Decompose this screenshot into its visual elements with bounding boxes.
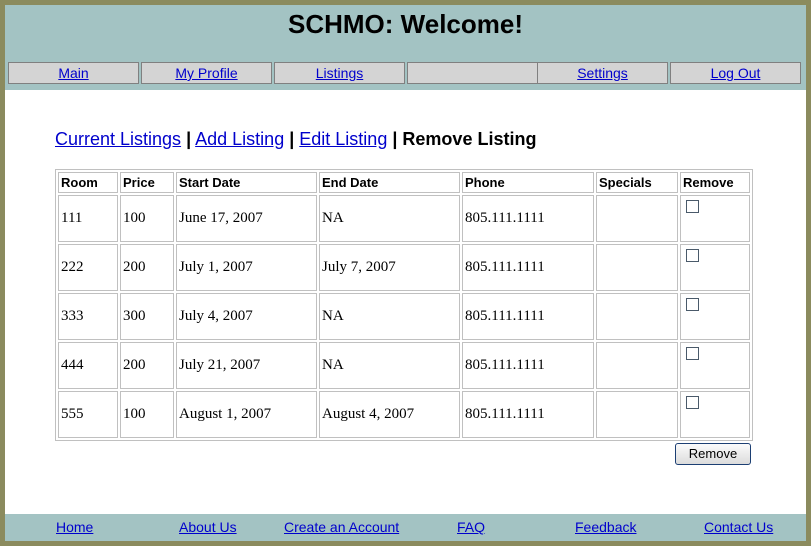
cell-end-date: NA — [319, 342, 460, 389]
page-frame: SCHMO: Welcome! Main My Profile Listings… — [5, 5, 806, 541]
nav-main-link[interactable]: Main — [58, 65, 88, 81]
footer-feedback-link[interactable]: Feedback — [575, 519, 636, 535]
cell-remove — [680, 342, 750, 389]
footer-faq-link[interactable]: FAQ — [457, 519, 485, 535]
nav-main-cell: Main — [8, 62, 139, 84]
table-row: 333 300 July 4, 2007 NA 805.111.1111 — [58, 293, 750, 340]
cell-phone: 805.111.1111 — [462, 293, 594, 340]
cell-room: 444 — [58, 342, 118, 389]
cell-remove — [680, 244, 750, 291]
main-nav: Main My Profile Listings Settings Log Ou… — [5, 57, 806, 90]
column-header-remove: Remove — [680, 172, 750, 193]
remove-checkbox[interactable] — [686, 347, 699, 360]
nav-settings-cell: Settings — [537, 62, 668, 84]
cell-price: 200 — [120, 342, 174, 389]
cell-specials — [596, 293, 678, 340]
nav-logout-cell: Log Out — [670, 62, 801, 84]
cell-remove — [680, 195, 750, 242]
current-listings-link[interactable]: Current Listings — [55, 129, 181, 149]
table-row: 111 100 June 17, 2007 NA 805.111.1111 — [58, 195, 750, 242]
cell-start-date: August 1, 2007 — [176, 391, 317, 438]
footer-contact-link[interactable]: Contact Us — [704, 519, 773, 535]
cell-end-date: July 7, 2007 — [319, 244, 460, 291]
footer-home-link[interactable]: Home — [56, 519, 93, 535]
cell-specials — [596, 342, 678, 389]
cell-specials — [596, 391, 678, 438]
remove-checkbox[interactable] — [686, 396, 699, 409]
cell-start-date: June 17, 2007 — [176, 195, 317, 242]
listings-table: Room Price Start Date End Date Phone Spe… — [55, 169, 753, 441]
nav-blank-cell — [407, 62, 538, 84]
cell-room: 111 — [58, 195, 118, 242]
cell-room: 555 — [58, 391, 118, 438]
cell-room: 222 — [58, 244, 118, 291]
column-header-specials: Specials — [596, 172, 678, 193]
cell-specials — [596, 195, 678, 242]
cell-price: 100 — [120, 195, 174, 242]
cell-remove — [680, 391, 750, 438]
cell-price: 300 — [120, 293, 174, 340]
cell-remove — [680, 293, 750, 340]
footer-about-link[interactable]: About Us — [179, 519, 237, 535]
cell-end-date: August 4, 2007 — [319, 391, 460, 438]
table-row: 444 200 July 21, 2007 NA 805.111.1111 — [58, 342, 750, 389]
column-header-price: Price — [120, 172, 174, 193]
cell-end-date: NA — [319, 293, 460, 340]
cell-room: 333 — [58, 293, 118, 340]
remove-checkbox[interactable] — [686, 298, 699, 311]
add-listing-link[interactable]: Add Listing — [195, 129, 284, 149]
cell-start-date: July 1, 2007 — [176, 244, 317, 291]
nav-profile-cell: My Profile — [141, 62, 272, 84]
nav-settings-link[interactable]: Settings — [577, 65, 628, 81]
subnav-separator: | — [186, 129, 192, 149]
remove-checkbox[interactable] — [686, 249, 699, 262]
subnav-separator: | — [289, 129, 295, 149]
cell-specials — [596, 244, 678, 291]
table-row: 555 100 August 1, 2007 August 4, 2007 80… — [58, 391, 750, 438]
nav-logout-link[interactable]: Log Out — [711, 65, 761, 81]
edit-listing-link[interactable]: Edit Listing — [299, 129, 387, 149]
page-title: SCHMO: Welcome! — [288, 9, 523, 39]
footer-create-account-link[interactable]: Create an Account — [284, 519, 399, 535]
cell-phone: 805.111.1111 — [462, 391, 594, 438]
remove-checkbox[interactable] — [686, 200, 699, 213]
nav-listings-link[interactable]: Listings — [316, 65, 363, 81]
cell-start-date: July 4, 2007 — [176, 293, 317, 340]
column-header-end-date: End Date — [319, 172, 460, 193]
remove-button[interactable]: Remove — [675, 443, 751, 465]
column-header-start-date: Start Date — [176, 172, 317, 193]
cell-end-date: NA — [319, 195, 460, 242]
cell-phone: 805.111.1111 — [462, 244, 594, 291]
column-header-room: Room — [58, 172, 118, 193]
listing-subnav: Current Listings | Add Listing | Edit Li… — [55, 129, 536, 150]
table-header-row: Room Price Start Date End Date Phone Spe… — [58, 172, 750, 193]
subnav-separator: | — [392, 129, 398, 149]
footer-nav: Home About Us Create an Account FAQ Feed… — [5, 514, 806, 541]
nav-profile-link[interactable]: My Profile — [175, 65, 237, 81]
cell-price: 100 — [120, 391, 174, 438]
column-header-phone: Phone — [462, 172, 594, 193]
table-row: 222 200 July 1, 2007 July 7, 2007 805.11… — [58, 244, 750, 291]
cell-phone: 805.111.1111 — [462, 342, 594, 389]
cell-start-date: July 21, 2007 — [176, 342, 317, 389]
header-banner: SCHMO: Welcome! — [5, 5, 806, 57]
nav-listings-cell: Listings — [274, 62, 405, 84]
remove-listing-current: Remove Listing — [402, 129, 537, 149]
cell-phone: 805.111.1111 — [462, 195, 594, 242]
cell-price: 200 — [120, 244, 174, 291]
